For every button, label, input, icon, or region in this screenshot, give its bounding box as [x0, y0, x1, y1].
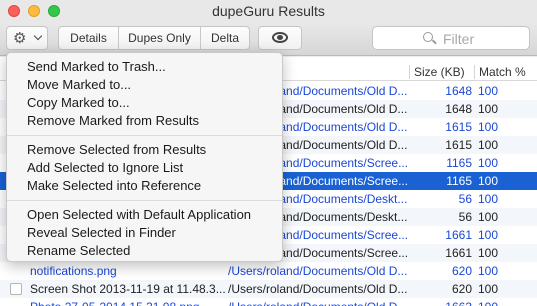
match-cell: 100 — [478, 300, 518, 306]
window-title: dupeGuru Results — [212, 3, 325, 19]
size-cell: 1661 — [445, 246, 472, 260]
menu-separator — [7, 135, 282, 136]
column-separator — [409, 65, 410, 79]
folder-cell: /Users/roland/Documents/Old D... — [228, 300, 410, 306]
filter-search-field[interactable]: Filter — [372, 26, 530, 50]
size-cell: 620 — [451, 264, 472, 278]
toolbar: ⚙ Details Dupes Only Delta Filter — [0, 22, 537, 56]
column-header-size[interactable]: Size (KB) — [414, 65, 465, 79]
size-cell: 56 — [458, 210, 472, 224]
size-cell: 1661 — [445, 228, 472, 242]
match-cell: 100 — [478, 120, 499, 134]
size-cell: 1663 — [412, 300, 472, 306]
size-cell: 620 — [451, 282, 472, 296]
menu-item-rename-selected[interactable]: Rename Selected — [27, 243, 130, 258]
eye-icon — [272, 32, 288, 43]
match-cell: 100 — [478, 84, 499, 98]
match-cell: 100 — [478, 156, 499, 170]
match-cell: 100 — [478, 264, 499, 278]
size-cell: 1165 — [446, 156, 472, 170]
menu-item-remove-marked-from-results[interactable]: Remove Marked from Results — [27, 113, 199, 128]
menu-item-add-selected-to-ignore-list[interactable]: Add Selected to Ignore List — [27, 160, 183, 175]
title-bar: dupeGuru Results — [0, 0, 537, 22]
menu-item-reveal-selected-in-finder[interactable]: Reveal Selected in Finder — [27, 225, 176, 240]
match-cell: 100 — [478, 102, 499, 116]
match-cell: 100 — [478, 246, 499, 260]
table-row[interactable]: notifications.png/Users/roland/Documents… — [0, 262, 537, 280]
filter-placeholder: Filter — [443, 31, 475, 47]
menu-item-make-selected-into-reference[interactable]: Make Selected into Reference — [27, 178, 201, 193]
size-cell: 1648 — [445, 84, 472, 98]
match-cell: 100 — [478, 138, 499, 152]
filename-cell: Photo 27-05-2014 15 31 08.png — [30, 300, 225, 306]
menu-item-copy-marked-to[interactable]: Copy Marked to... — [27, 95, 130, 110]
filename-cell: notifications.png — [30, 264, 117, 278]
table-row[interactable]: Screen Shot 2013-11-19 at 11.48.3.../Use… — [0, 280, 537, 298]
menu-item-move-marked-to[interactable]: Move Marked to... — [27, 77, 131, 92]
gear-icon: ⚙ — [13, 30, 27, 47]
actions-dropdown-menu: Send Marked to Trash... Move Marked to..… — [6, 52, 283, 262]
column-header-match[interactable]: Match % — [479, 65, 526, 79]
folder-cell: /Users/roland/Documents/Old D... — [228, 264, 408, 278]
menu-item-open-selected-with-default-application[interactable]: Open Selected with Default Application — [27, 207, 251, 222]
match-cell: 100 — [478, 210, 499, 224]
menu-item-remove-selected-from-results[interactable]: Remove Selected from Results — [27, 142, 206, 157]
table-row[interactable]: Photo 27-05-2014 15 31 08.png/Users/rola… — [0, 298, 537, 306]
menu-item-send-marked-to-trash[interactable]: Send Marked to Trash... — [27, 59, 166, 74]
search-icon — [423, 32, 433, 42]
chevron-down-icon — [33, 31, 43, 41]
filename-cell: Screen Shot 2013-11-19 at 11.48.3... — [30, 282, 225, 296]
match-cell: 100 — [478, 228, 499, 242]
view-options-segmented-control: Details Dupes Only Delta — [58, 26, 250, 50]
size-cell: 1165 — [446, 174, 472, 188]
match-cell: 100 — [478, 174, 499, 188]
delta-button[interactable]: Delta — [201, 27, 249, 49]
menu-separator — [7, 200, 282, 201]
folder-cell: /Users/roland/Documents/Old D... — [228, 282, 408, 296]
size-cell: 1615 — [445, 120, 472, 134]
quick-look-button[interactable] — [258, 26, 302, 50]
dupes-only-button[interactable]: Dupes Only — [119, 27, 201, 49]
match-cell: 100 — [478, 282, 499, 296]
row-mark-checkbox[interactable] — [10, 283, 22, 295]
size-cell: 1615 — [445, 138, 472, 152]
actions-menu-button[interactable]: ⚙ — [6, 26, 48, 50]
match-cell: 100 — [478, 192, 499, 206]
size-cell: 56 — [458, 192, 472, 206]
details-button[interactable]: Details — [59, 27, 119, 49]
size-cell: 1648 — [445, 102, 472, 116]
column-separator — [474, 65, 475, 79]
